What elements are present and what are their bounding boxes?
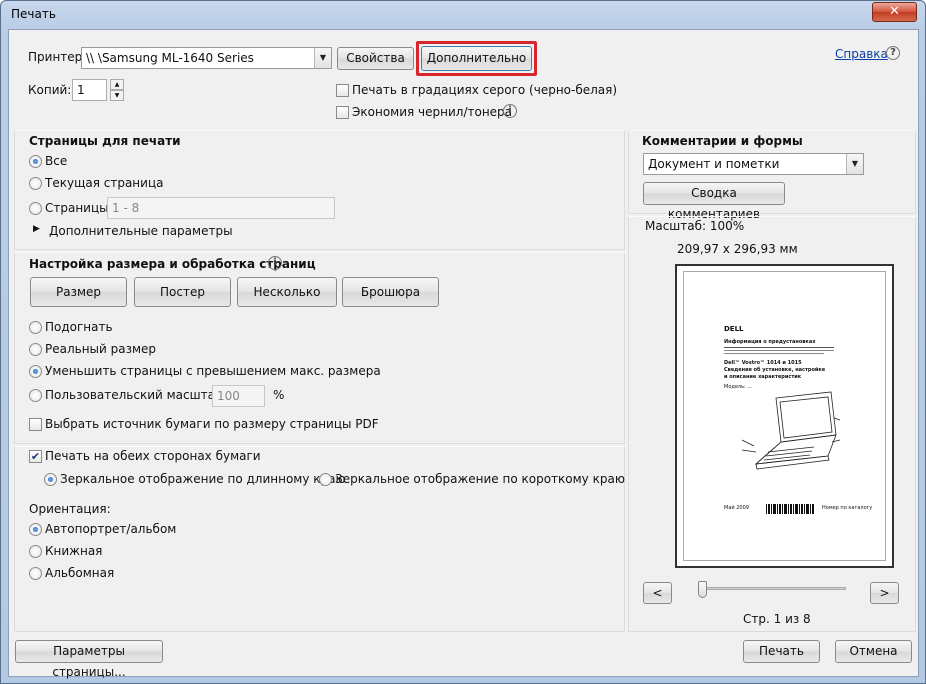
fit-radio[interactable]	[29, 321, 42, 334]
doc-logo: DELL	[724, 325, 744, 333]
dialog-client-area: Принтер: \\ \Samsung ML-1640 Series ▼ Св…	[8, 29, 919, 679]
print-button[interactable]: Печать	[743, 640, 820, 663]
long-edge-radio[interactable]	[44, 473, 57, 486]
custom-scale-input[interactable]: 100	[212, 385, 265, 407]
custom-scale-label: Пользовательский масштаб:	[45, 388, 227, 402]
doc-rule	[724, 350, 834, 351]
copies-input[interactable]: 1	[72, 79, 107, 101]
help-link[interactable]: Справка	[835, 47, 888, 61]
doc-rule	[724, 347, 834, 348]
page-setup-button[interactable]: Параметры страницы...	[15, 640, 163, 679]
print-dialog-window: Печать ✕ Принтер: \\ \Samsung ML-1640 Se…	[0, 0, 926, 684]
comments-select[interactable]: Документ и пометки ▼	[643, 153, 864, 175]
chevron-down-icon: ▼	[846, 154, 863, 174]
both-sides-label: Печать на обеих сторонах бумаги	[45, 449, 261, 463]
advanced-button[interactable]: Дополнительно	[421, 46, 532, 71]
doc-footer-left: Май 2009	[724, 505, 749, 511]
window-title: Печать	[11, 7, 56, 21]
short-edge-radio[interactable]	[319, 473, 332, 486]
help-question-icon[interactable]: ?	[886, 46, 900, 60]
spin-down-icon[interactable]: ▼	[110, 90, 124, 101]
sizing-info-icon[interactable]: i	[268, 256, 282, 270]
pages-range-input[interactable]: 1 - 8	[107, 197, 335, 219]
actual-size-label: Реальный размер	[45, 342, 157, 356]
page-status: Стр. 1 из 8	[743, 612, 811, 626]
preview-page: DELL Информация о предустановках Dell™ V…	[683, 271, 886, 561]
tab-poster[interactable]: Постер	[134, 277, 231, 307]
pages-current-label: Текущая страница	[45, 176, 164, 190]
fit-label: Подогнать	[45, 320, 113, 334]
pages-range-label: Страницы	[45, 201, 109, 215]
paper-source-checkbox[interactable]	[29, 418, 42, 431]
save-ink-checkbox[interactable]	[336, 106, 349, 119]
both-sides-checkbox[interactable]: ✔	[29, 450, 42, 463]
spin-up-icon[interactable]: ▲	[110, 79, 124, 90]
orientation-landscape-radio[interactable]	[29, 567, 42, 580]
orientation-heading: Ориентация:	[29, 502, 111, 516]
pages-heading: Страницы для печати	[29, 134, 181, 148]
doc-heading: Информация о предустановках	[724, 339, 816, 345]
printer-label: Принтер:	[28, 50, 87, 64]
doc-footer-right: Номер по каталогу	[822, 505, 873, 511]
title-bar[interactable]: Печать ✕	[1, 1, 925, 29]
custom-scale-radio[interactable]	[29, 389, 42, 402]
grayscale-checkbox[interactable]	[336, 84, 349, 97]
chevron-down-icon: ▼	[314, 48, 331, 68]
short-edge-label: Зеркальное отображение по короткому краю	[335, 472, 625, 486]
printer-value: \\ \Samsung ML-1640 Series	[86, 51, 254, 65]
preview-scale: Масштаб: 100%	[645, 219, 745, 233]
doc-rule	[724, 353, 824, 354]
orientation-portrait-radio[interactable]	[29, 545, 42, 558]
shrink-label: Уменьшить страницы с превышением макс. р…	[45, 364, 381, 378]
doc-line2: Сведения об установке, настройке	[724, 367, 826, 373]
save-ink-info-icon[interactable]: i	[503, 104, 517, 118]
close-window-button[interactable]: ✕	[872, 2, 917, 22]
long-edge-label: Зеркальное отображение по длинному краю	[60, 472, 346, 486]
doc-line3: и описание характеристик	[724, 374, 802, 380]
doc-line1: Dell™ Vostro™ 1014 и 1015	[724, 360, 802, 366]
cancel-button[interactable]: Отмена	[835, 640, 912, 663]
orientation-auto-label: Автопортрет/альбом	[45, 522, 177, 536]
pages-all-radio[interactable]	[29, 155, 42, 168]
tab-multiple[interactable]: Несколько	[237, 277, 337, 307]
printer-select[interactable]: \\ \Samsung ML-1640 Series ▼	[81, 47, 332, 69]
orientation-landscape-label: Альбомная	[45, 566, 115, 580]
comments-heading: Комментарии и формы	[642, 134, 803, 148]
laptop-illustration	[741, 391, 841, 470]
copies-label: Копий:	[28, 83, 72, 97]
preview-frame: DELL Информация о предустановках Dell™ V…	[675, 264, 894, 568]
tab-size[interactable]: Размер	[30, 277, 127, 307]
expand-triangle-icon[interactable]: ▶	[33, 224, 40, 234]
page-slider-track[interactable]	[698, 587, 846, 590]
tab-booklet[interactable]: Брошюра	[342, 277, 439, 307]
pages-range-radio[interactable]	[29, 202, 42, 215]
next-page-button[interactable]: >	[870, 582, 899, 604]
orientation-auto-radio[interactable]	[29, 523, 42, 536]
pages-current-radio[interactable]	[29, 177, 42, 190]
preview-paper-size: 209,97 x 296,93 мм	[677, 242, 798, 256]
page-slider-thumb[interactable]	[698, 581, 707, 598]
prev-page-button[interactable]: <	[643, 582, 672, 604]
percent-label: %	[273, 388, 285, 402]
comments-summary-button[interactable]: Сводка комментариев	[643, 182, 785, 221]
shrink-radio[interactable]	[29, 365, 42, 378]
save-ink-label: Экономия чернил/тонера	[352, 105, 513, 119]
grayscale-label: Печать в градациях серого (черно-белая)	[352, 83, 618, 97]
actual-size-radio[interactable]	[29, 343, 42, 356]
paper-source-label: Выбрать источник бумаги по размеру стран…	[45, 417, 379, 431]
barcode-graphic	[766, 504, 814, 514]
orientation-portrait-label: Книжная	[45, 544, 103, 558]
comments-value: Документ и пометки	[648, 157, 780, 171]
pages-all-label: Все	[45, 154, 68, 168]
properties-button[interactable]: Свойства	[337, 47, 414, 70]
more-options-label[interactable]: Дополнительные параметры	[49, 224, 233, 238]
